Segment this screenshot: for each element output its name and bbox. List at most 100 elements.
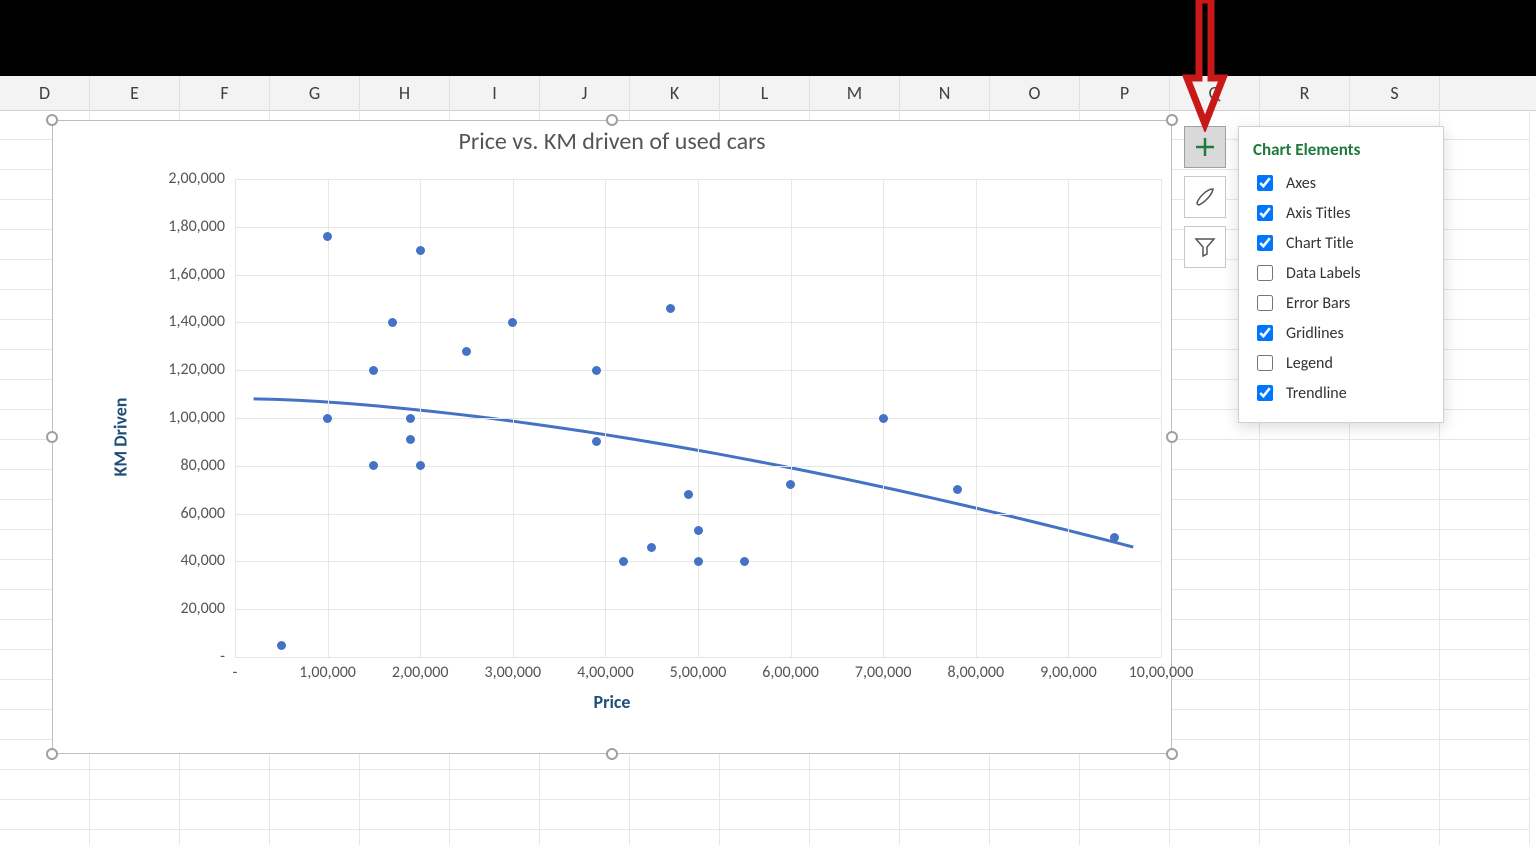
x-axis-title[interactable]: Price <box>53 691 1171 713</box>
y-tick-label: 80,000 <box>105 456 225 475</box>
chart-styles-button[interactable] <box>1184 176 1226 218</box>
column-header-J[interactable]: J <box>540 76 630 110</box>
chart-elements-item-label: Chart Title <box>1286 234 1354 253</box>
x-tick-label: 9,00,000 <box>1018 663 1118 682</box>
selection-handle-nw[interactable] <box>46 114 58 126</box>
chart-elements-item-label: Axes <box>1286 174 1316 193</box>
selection-handle-sw[interactable] <box>46 748 58 760</box>
x-tick-label: 5,00,000 <box>648 663 748 682</box>
data-point[interactable] <box>416 246 425 255</box>
column-header-R[interactable]: R <box>1260 76 1350 110</box>
column-header-E[interactable]: E <box>90 76 180 110</box>
chart-elements-flyout: Chart Elements Axes Axis Titles Chart Titl… <box>1238 126 1444 423</box>
y-tick-label: 1,20,000 <box>105 360 225 379</box>
column-header-M[interactable]: M <box>810 76 900 110</box>
x-tick-label: 1,00,000 <box>278 663 378 682</box>
brush-icon <box>1193 185 1217 209</box>
column-header-K[interactable]: K <box>630 76 720 110</box>
chart-elements-checkbox[interactable] <box>1257 295 1273 311</box>
chart-elements-checkbox[interactable] <box>1257 175 1273 191</box>
x-tick-label: 8,00,000 <box>926 663 1026 682</box>
y-tick-label: 2,00,000 <box>105 169 225 188</box>
column-header-S[interactable]: S <box>1350 76 1440 110</box>
selection-handle-w[interactable] <box>46 431 58 443</box>
selection-handle-se[interactable] <box>1166 748 1178 760</box>
data-point[interactable] <box>953 485 962 494</box>
data-point[interactable] <box>462 347 471 356</box>
column-header-D[interactable]: D <box>0 76 90 110</box>
selection-handle-ne[interactable] <box>1166 114 1178 126</box>
chart-elements-item-label: Data Labels <box>1286 264 1361 283</box>
chart-elements-item-label: Legend <box>1286 354 1333 373</box>
y-tick-label: 40,000 <box>105 551 225 570</box>
chart-elements-item-axis-titles[interactable]: Axis Titles <box>1253 198 1429 228</box>
column-header-Q[interactable]: Q <box>1170 76 1260 110</box>
chart-elements-item-legend[interactable]: Legend <box>1253 348 1429 378</box>
chart-elements-checkbox[interactable] <box>1257 235 1273 251</box>
chart-elements-checkbox[interactable] <box>1257 205 1273 221</box>
chart-elements-flyout-title: Chart Elements <box>1253 139 1429 160</box>
data-point[interactable] <box>323 414 332 423</box>
chart-elements-item-label: Axis Titles <box>1286 204 1350 223</box>
chart-elements-item-label: Trendline <box>1286 384 1347 403</box>
data-point[interactable] <box>592 437 601 446</box>
selection-handle-e[interactable] <box>1166 431 1178 443</box>
y-tick-label: 20,000 <box>105 599 225 618</box>
chart-elements-item-error-bars[interactable]: Error Bars <box>1253 288 1429 318</box>
plot-area[interactable] <box>235 179 1161 657</box>
y-tick-label: 60,000 <box>105 504 225 523</box>
chart-elements-item-data-labels[interactable]: Data Labels <box>1253 258 1429 288</box>
data-point[interactable] <box>277 641 286 650</box>
data-point[interactable] <box>694 526 703 535</box>
data-point[interactable] <box>592 366 601 375</box>
column-header-F[interactable]: F <box>180 76 270 110</box>
x-tick-label: 6,00,000 <box>741 663 841 682</box>
data-point[interactable] <box>666 304 675 313</box>
data-point[interactable] <box>388 318 397 327</box>
column-header-P[interactable]: P <box>1080 76 1170 110</box>
data-point[interactable] <box>879 414 888 423</box>
chart-elements-item-label: Gridlines <box>1286 324 1344 343</box>
data-point[interactable] <box>406 414 415 423</box>
top-black-bar <box>0 0 1536 76</box>
funnel-icon <box>1194 236 1216 258</box>
y-tick-label: 1,00,000 <box>105 408 225 427</box>
y-tick-label: 1,80,000 <box>105 217 225 236</box>
column-header-G[interactable]: G <box>270 76 360 110</box>
column-header-H[interactable]: H <box>360 76 450 110</box>
y-tick-label: 1,40,000 <box>105 312 225 331</box>
data-point[interactable] <box>647 543 656 552</box>
data-point[interactable] <box>416 461 425 470</box>
chart-elements-checkbox[interactable] <box>1257 265 1273 281</box>
chart-elements-item-trendline[interactable]: Trendline <box>1253 378 1429 408</box>
chart-elements-checkbox[interactable] <box>1257 325 1273 341</box>
data-point[interactable] <box>740 557 749 566</box>
chart-elements-item-chart-title[interactable]: Chart Title <box>1253 228 1429 258</box>
chart-title[interactable]: Price vs. KM driven of used cars <box>53 127 1171 156</box>
plus-icon <box>1194 136 1216 158</box>
y-tick-label: 1,60,000 <box>105 265 225 284</box>
selection-handle-s[interactable] <box>606 748 618 760</box>
column-header-L[interactable]: L <box>720 76 810 110</box>
chart-elements-checkbox[interactable] <box>1257 385 1273 401</box>
x-tick-label: 2,00,000 <box>370 663 470 682</box>
selection-handle-n[interactable] <box>606 114 618 126</box>
column-header-N[interactable]: N <box>900 76 990 110</box>
chart-elements-item-gridlines[interactable]: Gridlines <box>1253 318 1429 348</box>
screenshot-canvas: { "columns":["D","E","F","G","H","I","J"… <box>0 0 1536 845</box>
column-header-O[interactable]: O <box>990 76 1080 110</box>
x-tick-label: 10,00,000 <box>1111 663 1211 682</box>
data-point[interactable] <box>694 557 703 566</box>
chart-filters-button[interactable] <box>1184 226 1226 268</box>
chart-elements-item-label: Error Bars <box>1286 294 1350 313</box>
chart-elements-item-axes[interactable]: Axes <box>1253 168 1429 198</box>
x-tick-label: - <box>185 663 285 682</box>
x-tick-label: 7,00,000 <box>833 663 933 682</box>
column-header-I[interactable]: I <box>450 76 540 110</box>
embedded-chart[interactable]: Price vs. KM driven of used cars KM Driv… <box>52 120 1172 754</box>
data-point[interactable] <box>323 232 332 241</box>
chart-elements-button[interactable] <box>1184 126 1226 168</box>
x-tick-label: 4,00,000 <box>555 663 655 682</box>
x-tick-label: 3,00,000 <box>463 663 563 682</box>
chart-elements-checkbox[interactable] <box>1257 355 1273 371</box>
